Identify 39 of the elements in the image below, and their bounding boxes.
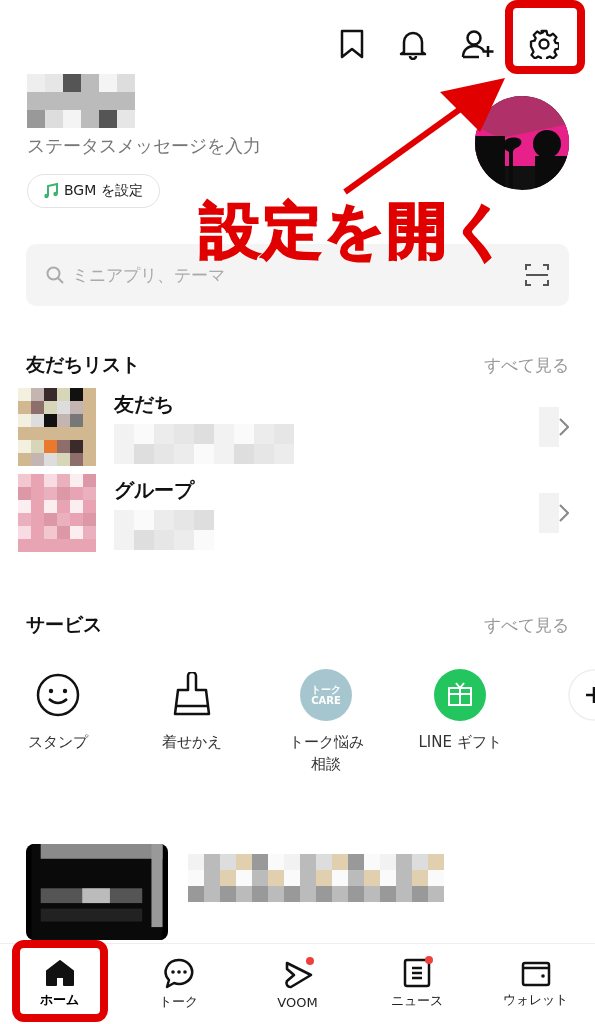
service-label: スタンプ [28, 732, 88, 753]
service-label: 相談 [311, 753, 341, 775]
pixelated-count [539, 493, 559, 533]
nav-tab[interactable]: VOOM [238, 958, 357, 1010]
nav-tab[interactable]: ホーム [0, 959, 119, 1009]
section-title: 友だちリスト [26, 352, 140, 377]
row-title: グループ [114, 476, 196, 504]
chevron-icon [559, 418, 569, 436]
nav-tab[interactable]: ニュース [357, 958, 476, 1010]
service-item[interactable]: 着せかえ [125, 668, 259, 776]
search-icon [46, 266, 64, 284]
music-note-icon [44, 183, 58, 199]
nav-tab[interactable]: ウォレット [476, 959, 595, 1009]
nav-tab[interactable]: トーク [119, 957, 238, 1011]
service-item[interactable]: LINE ギフト [393, 668, 527, 776]
bookmark-icon[interactable] [339, 29, 365, 59]
list-row[interactable]: グループ [0, 470, 595, 556]
wallet-icon [520, 959, 551, 987]
status-message[interactable]: ステータスメッセージを入力 [27, 134, 261, 158]
add-friend-icon[interactable] [461, 29, 495, 59]
service-item[interactable]: スタンプ [0, 668, 125, 776]
home-icon [44, 959, 75, 987]
search-field[interactable]: ミニアプリ、テーマ [72, 265, 517, 285]
settings-icon[interactable] [529, 29, 559, 59]
scan-icon[interactable] [525, 264, 549, 286]
pixelated-count [539, 407, 559, 447]
service-item[interactable]: トーク CARE トーク悩み 相談 [259, 668, 393, 776]
chevron-icon [559, 504, 569, 522]
smiley-icon [36, 673, 80, 717]
service-label: トーク悩み [288, 732, 364, 753]
talk-care-icon: トーク CARE [300, 669, 352, 721]
service-label: 着せかえ [162, 732, 222, 753]
chat-bubble-icon [162, 957, 195, 989]
gift-icon [434, 669, 486, 721]
list-row[interactable]: 友だち [0, 384, 595, 470]
row-title: 友だち [114, 390, 175, 418]
service-label: LINE ギフト [418, 732, 502, 753]
news-icon [402, 958, 431, 988]
section-title: サービス [26, 612, 102, 637]
